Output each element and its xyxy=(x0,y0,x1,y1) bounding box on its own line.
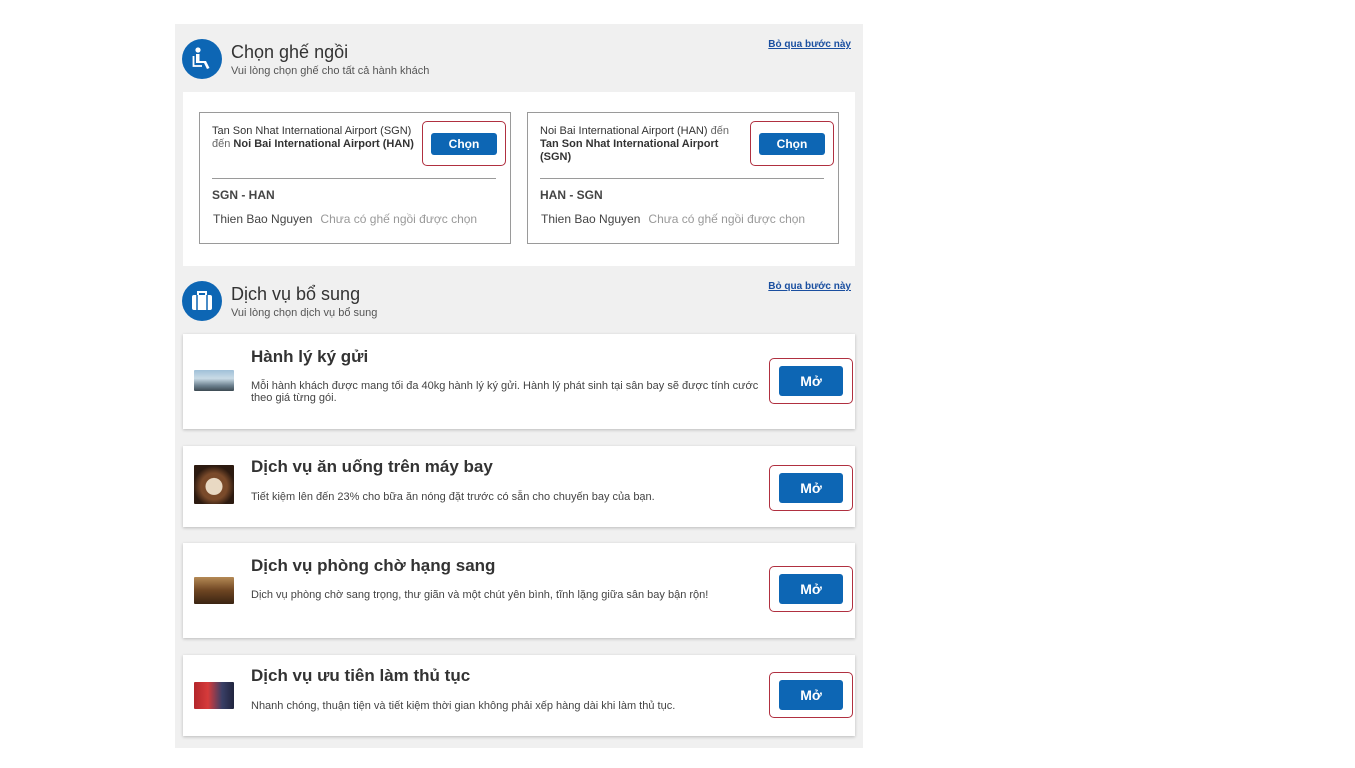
booking-addons-panel: Chọn ghế ngồi Vui lòng chọn ghế cho tất … xyxy=(175,24,863,748)
service-title: Dịch vụ phòng chờ hạng sang xyxy=(251,556,496,575)
service-card-meal: Dịch vụ ăn uống trên máy bay Tiết kiệm l… xyxy=(183,446,855,527)
seat-section-title: Chọn ghế ngồi xyxy=(231,42,349,62)
service-title: Dịch vụ ăn uống trên máy bay xyxy=(251,457,493,476)
choose-seat-button[interactable]: Chọn xyxy=(431,133,497,155)
meal-photo xyxy=(194,465,234,504)
baggage-icon xyxy=(182,281,222,321)
open-lounge-button[interactable]: Mở xyxy=(779,574,843,604)
divider xyxy=(540,178,824,179)
open-baggage-button[interactable]: Mở xyxy=(779,366,843,396)
open-meal-button[interactable]: Mở xyxy=(779,473,843,503)
baggage-photo xyxy=(194,370,234,391)
passenger-row: Thien Bao Nguyen Chưa có ghế ngồi được ch… xyxy=(541,212,805,226)
flight-route-description: Tan Son Nhat International Airport (SGN)… xyxy=(212,125,414,150)
seat-status: Chưa có ghế ngồi được chọn xyxy=(320,212,478,226)
seat-selection-box: Tan Son Nhat International Airport (SGN)… xyxy=(183,92,855,266)
lounge-photo xyxy=(194,577,234,604)
route-code: SGN - HAN xyxy=(212,188,275,202)
service-card-lounge: Dịch vụ phòng chờ hạng sang Dịch vụ phòn… xyxy=(183,543,855,638)
service-description: Nhanh chóng, thuận tiện và tiết kiệm thờ… xyxy=(251,700,676,712)
service-card-baggage: Hành lý ký gửi Mỗi hành khách được mang … xyxy=(183,334,855,429)
service-card-priority-checkin: Dịch vụ ưu tiên làm thủ tục Nhanh chóng,… xyxy=(183,655,855,736)
service-title: Dịch vụ ưu tiên làm thủ tục xyxy=(251,666,471,685)
seat-status: Chưa có ghế ngồi được chọn xyxy=(648,212,806,226)
flight-card-outbound: Tan Son Nhat International Airport (SGN)… xyxy=(199,112,511,244)
choose-seat-highlight: Chọn xyxy=(750,121,834,166)
flight-route-description: Noi Bai International Airport (HAN) đến … xyxy=(540,125,729,163)
seat-skip-link[interactable]: Bỏ qua bước này xyxy=(768,39,851,50)
seat-icon xyxy=(182,39,222,79)
divider xyxy=(212,178,496,179)
open-priority-checkin-button[interactable]: Mở xyxy=(779,680,843,710)
passenger-row: Thien Bao Nguyen Chưa có ghế ngồi được ch… xyxy=(213,212,477,226)
choose-seat-button[interactable]: Chọn xyxy=(759,133,825,155)
passenger-name: Thien Bao Nguyen xyxy=(213,212,313,226)
seat-section-subtitle: Vui lòng chọn ghế cho tất cả hành khách xyxy=(231,65,430,77)
service-description: Tiết kiệm lên đến 23% cho bữa ăn nóng đặ… xyxy=(251,491,655,503)
service-title: Hành lý ký gửi xyxy=(251,347,369,366)
service-description: Mỗi hành khách được mang tối đa 40kg hàn… xyxy=(251,380,759,404)
service-description: Dịch vụ phòng chờ sang trọng, thư giãn v… xyxy=(251,589,709,601)
priority-checkin-photo xyxy=(194,682,234,709)
open-button-highlight: Mở xyxy=(769,465,853,511)
extras-section-header: Dịch vụ bổ sung Vui lòng chọn dịch vụ bổ… xyxy=(182,281,857,325)
open-button-highlight: Mở xyxy=(769,566,853,612)
passenger-name: Thien Bao Nguyen xyxy=(541,212,641,226)
extras-skip-link[interactable]: Bỏ qua bước này xyxy=(768,281,851,292)
flight-card-return: Noi Bai International Airport (HAN) đến … xyxy=(527,112,839,244)
open-button-highlight: Mở xyxy=(769,672,853,718)
extras-section-subtitle: Vui lòng chọn dịch vụ bổ sung xyxy=(231,307,378,319)
seat-section-header: Chọn ghế ngồi Vui lòng chọn ghế cho tất … xyxy=(182,39,857,83)
open-button-highlight: Mở xyxy=(769,358,853,404)
route-code: HAN - SGN xyxy=(540,188,603,202)
choose-seat-highlight: Chọn xyxy=(422,121,506,166)
extras-section-title: Dịch vụ bổ sung xyxy=(231,284,361,304)
